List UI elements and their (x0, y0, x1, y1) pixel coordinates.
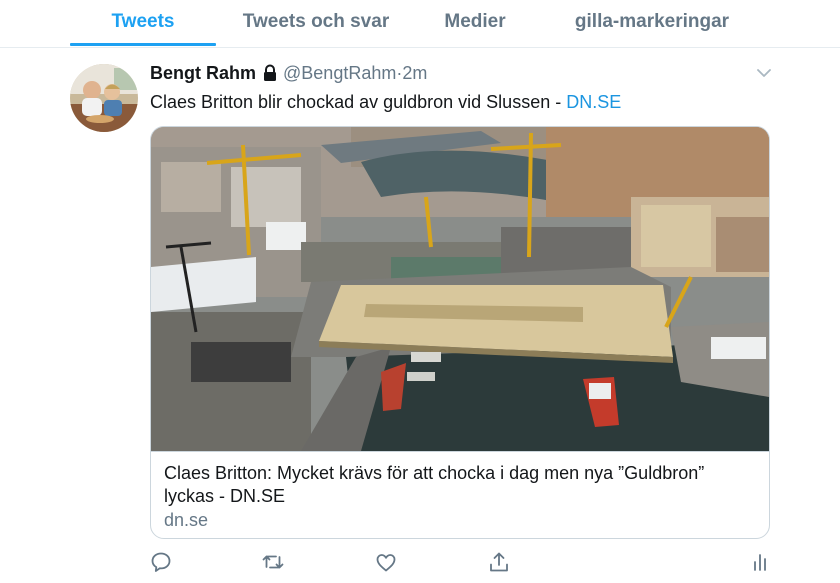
link-card[interactable]: Claes Britton: Mycket krävs för att choc… (150, 126, 770, 539)
retweet-icon[interactable] (261, 550, 285, 574)
tab-media[interactable]: Medier (430, 0, 520, 46)
like-icon[interactable] (374, 550, 398, 574)
tweet-header: Bengt Rahm @BengtRahm·2m (150, 60, 427, 86)
tab-tweets[interactable]: Tweets (70, 0, 216, 46)
author-handle[interactable]: @BengtRahm (283, 63, 396, 83)
tweet-text: Claes Britton blir chockad av guldbron v… (150, 89, 621, 115)
tweet-text-body: Claes Britton blir chockad av guldbron v… (150, 92, 567, 112)
avatar-photo (70, 64, 138, 132)
profile-tabs: Tweets Tweets och svar Medier gilla-mark… (0, 0, 840, 48)
card-body: Claes Britton: Mycket krävs för att choc… (151, 451, 769, 538)
tab-tweets-and-replies[interactable]: Tweets och svar (236, 0, 396, 46)
avatar[interactable] (70, 64, 138, 132)
author-name[interactable]: Bengt Rahm (150, 63, 256, 83)
card-image (151, 127, 769, 451)
lock-icon (262, 62, 278, 88)
card-title: Claes Britton: Mycket krävs för att choc… (164, 463, 705, 506)
tweet-link[interactable]: DN.SE (566, 92, 621, 112)
timestamp[interactable]: 2m (402, 63, 427, 83)
analytics-icon[interactable] (748, 550, 772, 574)
tab-likes[interactable]: gilla-markeringar (560, 0, 744, 46)
share-icon[interactable] (487, 550, 511, 574)
reply-icon[interactable] (149, 550, 173, 574)
chevron-down-icon[interactable] (755, 66, 773, 80)
card-domain: dn.se (164, 510, 209, 530)
